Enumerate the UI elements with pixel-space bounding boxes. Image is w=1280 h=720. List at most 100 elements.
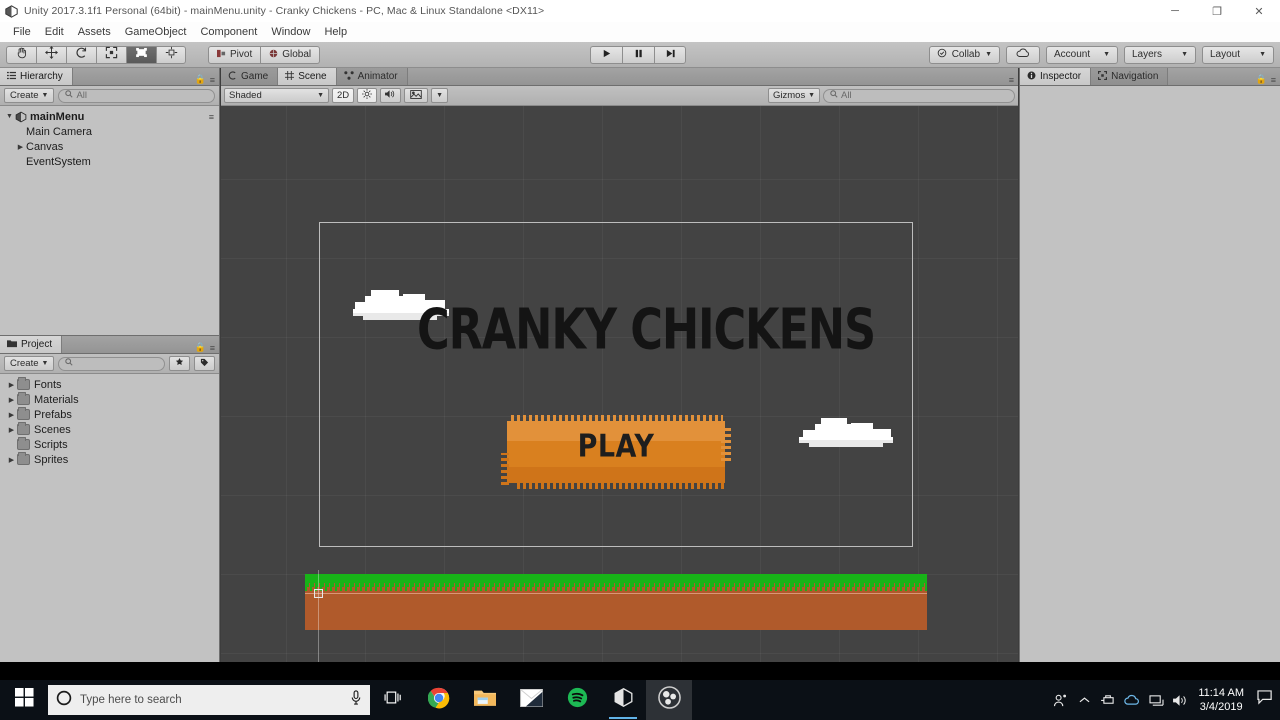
taskbar-app-unity[interactable]: [600, 680, 646, 720]
taskbar-app-obs-studio[interactable]: [646, 680, 692, 720]
tab-navigation[interactable]: Navigation: [1091, 68, 1169, 85]
chevron-up-icon[interactable]: [1072, 680, 1096, 720]
microphone-icon[interactable]: [350, 690, 362, 710]
space-toggle[interactable]: Global: [261, 45, 321, 64]
cloud-icon[interactable]: [1120, 680, 1144, 720]
lock-icon[interactable]: 🔒: [195, 342, 206, 353]
draw-mode-dropdown[interactable]: Shaded ▼: [224, 88, 329, 103]
chevron-right-icon[interactable]: ▶: [15, 143, 26, 151]
hierarchy-scene-row[interactable]: ▼ mainMenu ≡: [0, 109, 219, 124]
menu-edit[interactable]: Edit: [38, 22, 71, 42]
menu-file[interactable]: File: [6, 22, 38, 42]
menu-gameobject[interactable]: GameObject: [118, 22, 194, 42]
project-folder-materials[interactable]: ▶ Materials: [0, 392, 219, 407]
collab-button[interactable]: Collab ▼: [928, 45, 1000, 64]
minimize-button[interactable]: ─: [1154, 0, 1196, 22]
ground-sprite[interactable]: [305, 574, 927, 630]
taskbar-search-input[interactable]: Type here to search: [48, 685, 370, 715]
chevron-right-icon[interactable]: ▶: [6, 456, 17, 464]
chevron-down-icon[interactable]: ▼: [4, 113, 15, 120]
chevron-right-icon[interactable]: ▶: [6, 426, 17, 434]
hierarchy-item-main-camera[interactable]: Main Camera: [0, 124, 219, 139]
maximize-button[interactable]: ❐: [1196, 0, 1238, 22]
project-filter-type-button[interactable]: [169, 356, 190, 371]
panel-menu-icon[interactable]: ≡: [1271, 75, 1276, 85]
tab-hierarchy[interactable]: Hierarchy: [0, 68, 73, 85]
scene-tab-actions: ≡: [1009, 75, 1018, 85]
network-icon[interactable]: [1144, 680, 1168, 720]
hierarchy-create-button[interactable]: Create ▼: [4, 88, 55, 103]
project-filter-label-button[interactable]: [194, 356, 215, 371]
project-folder-fonts[interactable]: ▶ Fonts: [0, 377, 219, 392]
hierarchy-item-eventsystem[interactable]: EventSystem: [0, 154, 219, 169]
scale-tool-button[interactable]: [96, 45, 126, 64]
rect-tool-button[interactable]: [126, 45, 156, 64]
people-icon[interactable]: [1048, 680, 1072, 720]
selection-gizmo-horizontal: [305, 593, 927, 594]
action-center-button[interactable]: [1252, 680, 1278, 720]
lock-icon[interactable]: 🔒: [195, 74, 206, 85]
project-folder-sprites[interactable]: ▶ Sprites: [0, 452, 219, 467]
game-title-text[interactable]: CRANKY CHICKENS: [417, 296, 876, 362]
tab-game[interactable]: Game: [221, 68, 279, 85]
play-button[interactable]: [590, 45, 622, 64]
project-create-button[interactable]: Create ▼: [4, 356, 55, 371]
cloud-sprite-2[interactable]: [789, 414, 899, 455]
taskbar-app-spotify[interactable]: [554, 680, 600, 720]
transform-tool-button[interactable]: [156, 45, 186, 64]
taskbar-app-file-explorer[interactable]: [462, 680, 508, 720]
tab-inspector[interactable]: Inspector: [1020, 68, 1092, 85]
effects-dropdown-button[interactable]: ▼: [431, 88, 449, 103]
project-search-input[interactable]: [58, 356, 165, 371]
project-folder-scenes[interactable]: ▶ Scenes: [0, 422, 219, 437]
search-icon: [65, 90, 74, 101]
lock-icon[interactable]: 🔒: [1256, 74, 1267, 85]
chevron-right-icon[interactable]: ▶: [6, 396, 17, 404]
hierarchy-icon: [7, 71, 16, 83]
hierarchy-search-input[interactable]: All: [58, 88, 215, 103]
effects-toggle-button[interactable]: [404, 88, 429, 103]
close-button[interactable]: ✕: [1238, 0, 1280, 22]
project-folder-scripts[interactable]: Scripts: [0, 437, 219, 452]
tab-animator[interactable]: Animator: [336, 68, 408, 85]
panel-menu-icon[interactable]: ≡: [210, 343, 215, 353]
move-tool-button[interactable]: [36, 45, 66, 64]
play-button-sprite[interactable]: PLAY: [499, 413, 733, 492]
layers-button[interactable]: Layers ▼: [1124, 45, 1196, 64]
chevron-right-icon[interactable]: ▶: [6, 411, 17, 419]
panel-menu-icon[interactable]: ≡: [1009, 75, 1014, 85]
scene-viewport[interactable]: CRANKY CHICKENS PLAY: [221, 106, 1018, 662]
taskbar-app-mail[interactable]: [508, 680, 554, 720]
taskbar-app-chrome[interactable]: [416, 680, 462, 720]
panel-menu-icon[interactable]: ≡: [210, 75, 215, 85]
tab-scene[interactable]: Scene: [278, 68, 337, 85]
scene-search-input[interactable]: All: [823, 88, 1015, 103]
start-button[interactable]: [0, 680, 48, 720]
gizmos-dropdown[interactable]: Gizmos ▼: [768, 88, 820, 103]
selection-gizmo-handle[interactable]: [314, 589, 323, 598]
rotate-tool-button[interactable]: [66, 45, 96, 64]
hierarchy-item-canvas[interactable]: ▶ Canvas: [0, 139, 219, 154]
tab-project[interactable]: Project: [0, 336, 63, 353]
services-button[interactable]: [1006, 45, 1040, 64]
lighting-toggle-button[interactable]: [357, 88, 378, 103]
taskbar-clock[interactable]: 11:14 AM 3/4/2019: [1192, 686, 1252, 714]
usb-eject-icon[interactable]: [1096, 680, 1120, 720]
menu-component[interactable]: Component: [193, 22, 264, 42]
pause-button[interactable]: [622, 45, 654, 64]
speaker-icon[interactable]: [1168, 680, 1192, 720]
step-button[interactable]: [654, 45, 686, 64]
audio-toggle-button[interactable]: [380, 88, 402, 103]
menu-window[interactable]: Window: [264, 22, 317, 42]
scene-options-icon[interactable]: ≡: [209, 112, 219, 122]
account-button[interactable]: Account ▼: [1046, 45, 1118, 64]
pivot-toggle[interactable]: Pivot: [208, 45, 262, 64]
task-view-button[interactable]: [370, 680, 416, 720]
menu-assets[interactable]: Assets: [71, 22, 118, 42]
chevron-right-icon[interactable]: ▶: [6, 381, 17, 389]
layout-button[interactable]: Layout ▼: [1202, 45, 1274, 64]
menu-help[interactable]: Help: [317, 22, 354, 42]
project-folder-prefabs[interactable]: ▶ Prefabs: [0, 407, 219, 422]
2d-toggle-button[interactable]: 2D: [332, 88, 355, 103]
hand-tool-button[interactable]: [6, 45, 36, 64]
